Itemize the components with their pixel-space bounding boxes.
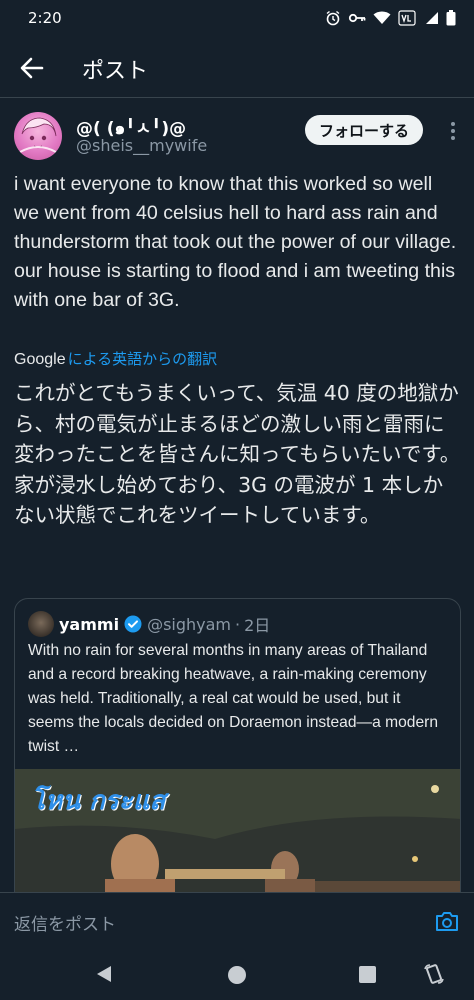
signal-icon: [426, 12, 438, 24]
quote-media-image[interactable]: โหน กระแส: [15, 769, 460, 907]
verified-badge-icon: [124, 615, 142, 633]
google-logo: Google: [14, 351, 66, 368]
nav-recents-icon[interactable]: [359, 966, 376, 983]
quoted-tweet[interactable]: yammi @sighyam · 2日 With no rain for sev…: [14, 598, 461, 908]
more-vertical-icon[interactable]: [445, 120, 461, 142]
back-arrow-icon[interactable]: [18, 54, 46, 82]
quote-author-name: yammi: [59, 614, 120, 634]
quote-header: yammi @sighyam · 2日: [59, 612, 270, 636]
quote-author-avatar: [28, 611, 54, 637]
translation-attribution[interactable]: Google による英語からの翻訳: [14, 348, 217, 369]
tv-channel-logo: โหน กระแส: [31, 786, 166, 816]
nav-home-icon[interactable]: [228, 966, 246, 984]
tweet-text: i want everyone to know that this worked…: [14, 173, 457, 311]
app-header: ポスト: [0, 36, 474, 98]
reply-bar: 返信をポスト: [0, 892, 474, 950]
nav-back-icon[interactable]: [94, 964, 114, 984]
wifi-icon: [373, 11, 391, 24]
vpn-key-icon: [348, 13, 366, 23]
rotate-screen-icon[interactable]: [423, 963, 445, 985]
author-avatar[interactable]: [14, 112, 62, 160]
tv-channel-logo-text: โหน กระแส: [31, 786, 166, 816]
volte-icon: [398, 10, 416, 26]
reply-input[interactable]: 返信をポスト: [14, 910, 116, 935]
translation-label[interactable]: による英語からの翻訳: [68, 348, 218, 369]
quote-author-handle: @sighyam: [147, 614, 231, 634]
tweet-author: @( (๑╹ㅅ╹)@ @sheis__mywife フォローする: [14, 112, 460, 162]
battery-icon: [446, 10, 456, 26]
translated-text: これがとてもうまくいって、気温 40 度の地獄から、村の電気が止まるほどの激しい…: [14, 381, 461, 527]
avatar-illustration: [19, 117, 57, 153]
status-time: 2:20: [28, 9, 62, 27]
quote-text: With no rain for several months in many …: [28, 642, 438, 755]
quote-separator: ·: [235, 614, 241, 634]
follow-button[interactable]: フォローする: [305, 115, 424, 145]
page-title: ポスト: [82, 59, 149, 84]
author-handle[interactable]: @sheis__mywife: [76, 136, 207, 155]
alarm-icon: [326, 10, 340, 26]
status-bar: 2:20: [0, 0, 474, 36]
status-icons: [325, 10, 456, 26]
camera-icon[interactable]: [434, 909, 460, 933]
quote-timestamp: 2日: [244, 616, 271, 635]
